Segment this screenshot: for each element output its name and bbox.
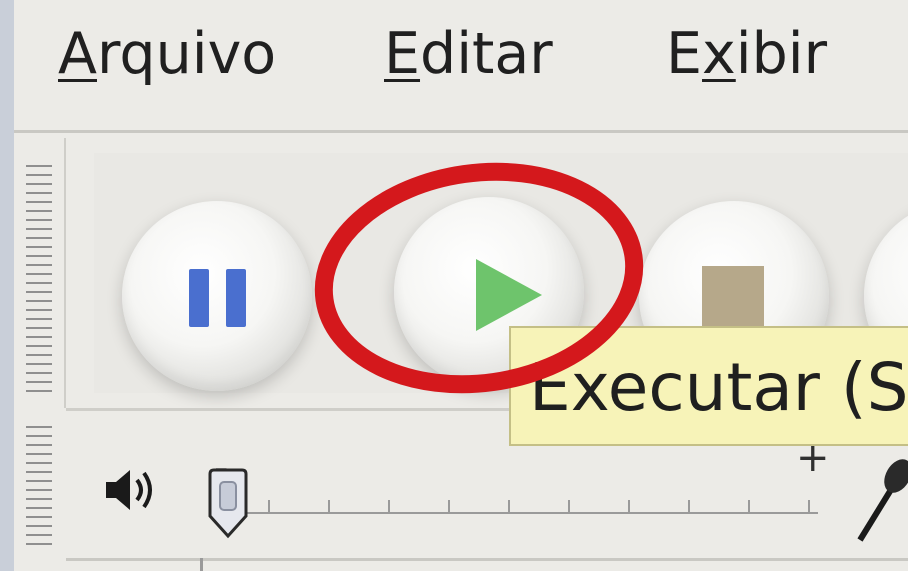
bottom-tick — [200, 558, 203, 571]
menu-arquivo-mnemonic: A — [58, 21, 97, 87]
stop-icon — [702, 266, 764, 328]
bottom-divider — [66, 558, 908, 561]
pause-button[interactable] — [122, 201, 312, 391]
microphone-icon — [857, 459, 908, 542]
menu-exibir-prefix: E — [666, 21, 703, 87]
audacity-window: Arquivo Editar Exibir - + Executar (S — [14, 0, 908, 571]
speaker-icon — [106, 470, 152, 510]
toolbar-grip[interactable] — [26, 165, 52, 395]
menu-editar[interactable]: Editar — [384, 26, 553, 83]
volume-slider-thumb[interactable] — [206, 468, 250, 540]
menu-exibir-mnemonic: x — [702, 21, 736, 87]
menu-editar-mnemonic: E — [384, 21, 421, 87]
play-icon — [476, 259, 542, 331]
menu-editar-label: ditar — [420, 21, 553, 87]
menubar: Arquivo Editar Exibir — [14, 0, 908, 133]
menu-exibir[interactable]: Exibir — [666, 26, 827, 83]
play-tooltip: Executar (S — [509, 326, 908, 446]
meter-grip[interactable] — [26, 426, 52, 551]
menu-exibir-label: ibir — [735, 21, 828, 87]
menu-arquivo-label: rquivo — [97, 21, 277, 87]
menu-arquivo[interactable]: Arquivo — [58, 26, 276, 83]
volume-slider-track[interactable] — [228, 500, 818, 514]
